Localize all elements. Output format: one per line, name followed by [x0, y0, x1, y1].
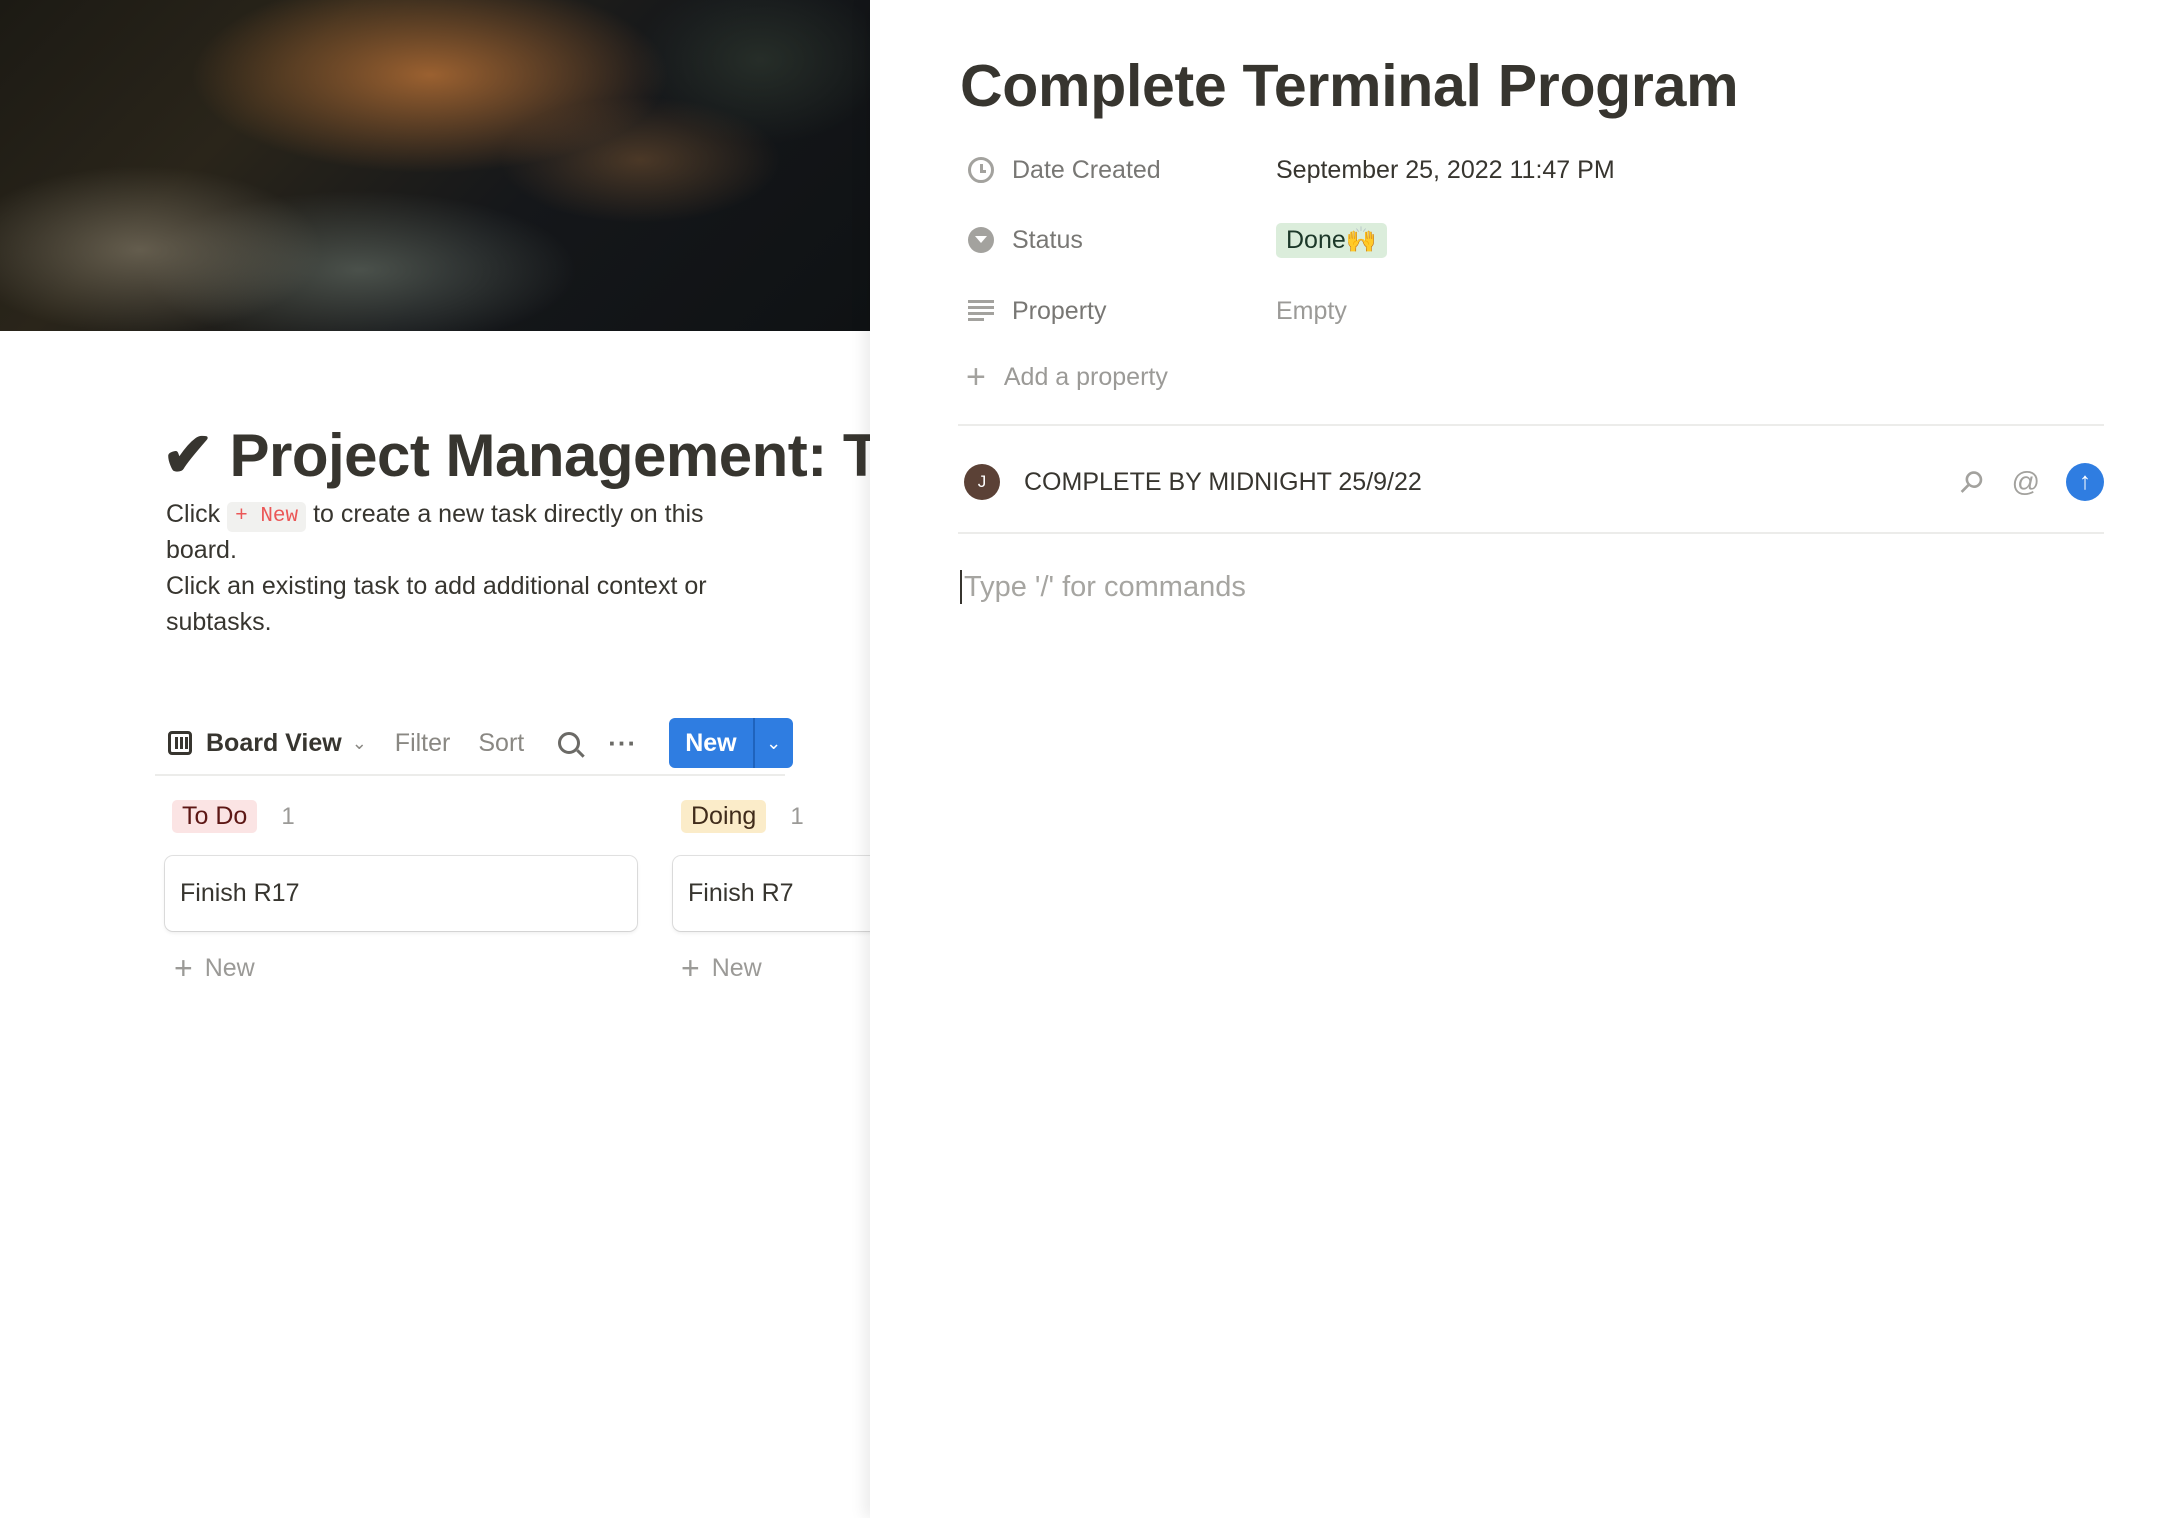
status-icon	[966, 225, 996, 255]
editor-placeholder: Type '/' for commands	[964, 570, 1246, 603]
more-options-icon[interactable]: ···	[608, 728, 637, 759]
property-value: September 25, 2022 11:47 PM	[1276, 155, 1615, 184]
new-button[interactable]: New	[669, 718, 753, 768]
group-count-doing: 1	[790, 802, 804, 830]
search-icon[interactable]	[558, 732, 581, 754]
status-tag-doing: Doing	[681, 800, 767, 833]
add-new-doing-button[interactable]: + New	[681, 950, 762, 987]
plus-icon: +	[966, 358, 986, 396]
text-caret	[960, 570, 962, 604]
property-name: Date Created	[1012, 155, 1161, 184]
mention-icon[interactable]: @	[2012, 466, 2040, 498]
status-tag-todo: To Do	[172, 800, 258, 833]
status-badge[interactable]: Done🙌	[1276, 222, 1387, 258]
new-button-group: New ⌄	[669, 718, 793, 768]
database-toolbar: Board View ⌄ Filter Sort ··· New ⌄	[158, 712, 798, 774]
divider	[958, 532, 2104, 534]
add-property-button[interactable]: + Add a property	[966, 358, 1168, 397]
board-page: ✔ Project Management: To Click + New to c…	[0, 0, 870, 1518]
group-count-todo: 1	[281, 802, 295, 830]
board-icon	[168, 731, 192, 755]
cover-image	[0, 0, 870, 331]
add-new-label: New	[711, 954, 762, 982]
send-comment-button[interactable]: ↑	[2066, 463, 2104, 501]
page-title-text: Project Management: To	[229, 422, 870, 489]
add-property-label: Add a property	[1003, 363, 1168, 391]
divider	[958, 424, 2104, 426]
add-new-todo-button[interactable]: + New	[174, 950, 255, 987]
add-new-label: New	[204, 954, 255, 982]
board-view-label: Board View	[206, 728, 342, 757]
page-title[interactable]: ✔ Project Management: To	[162, 418, 870, 491]
board-card-finish-r7[interactable]: Finish R7	[673, 856, 870, 931]
property-name: Status	[1012, 225, 1083, 254]
sort-button[interactable]: Sort	[478, 729, 524, 758]
property-name: Property	[1012, 296, 1107, 325]
new-dropdown-chevron-icon[interactable]: ⌄	[752, 718, 793, 768]
attachment-icon[interactable]: ⚲	[1951, 463, 1990, 502]
property-value-empty[interactable]: Empty	[1276, 297, 1347, 326]
comment-text[interactable]: COMPLETE BY MIDNIGHT 25/9/22	[1024, 468, 1930, 497]
board-view-tab[interactable]: Board View ⌄	[168, 729, 367, 758]
plus-icon: +	[174, 950, 193, 986]
chevron-down-icon: ⌄	[351, 732, 367, 753]
avatar[interactable]: J	[964, 464, 1000, 500]
group-header-todo: To Do 1	[172, 800, 295, 833]
clock-icon	[966, 155, 996, 185]
property-row-property[interactable]: Property Empty	[966, 291, 2066, 331]
property-row-status[interactable]: Status Done🙌	[966, 220, 2066, 260]
comment-row: J COMPLETE BY MIDNIGHT 25/9/22 ⚲ @ ↑	[964, 462, 2104, 502]
description-line2: Click an existing task to add additional…	[166, 572, 707, 636]
board-card-finish-r17[interactable]: Finish R17	[165, 856, 637, 931]
page-body-editor[interactable]: Type '/' for commands	[960, 570, 1246, 604]
card-title: Finish R7	[688, 879, 794, 907]
page-description[interactable]: Click + New to create a new task directl…	[166, 496, 726, 640]
task-peek-panel: Complete Terminal Program Date Created S…	[870, 0, 2158, 1518]
checkmark-icon: ✔	[162, 421, 214, 490]
card-title: Finish R17	[180, 879, 300, 907]
group-header-doing: Doing 1	[681, 800, 804, 833]
inline-new-code: + New	[227, 502, 307, 532]
toolbar-divider	[155, 774, 785, 776]
plus-icon: +	[681, 950, 700, 986]
task-title[interactable]: Complete Terminal Program	[960, 52, 1739, 120]
text-lines-icon	[966, 296, 996, 326]
filter-button[interactable]: Filter	[395, 729, 451, 758]
property-row-date-created[interactable]: Date Created September 25, 2022 11:47 PM	[966, 150, 2066, 190]
description-click-text: Click	[166, 500, 221, 528]
